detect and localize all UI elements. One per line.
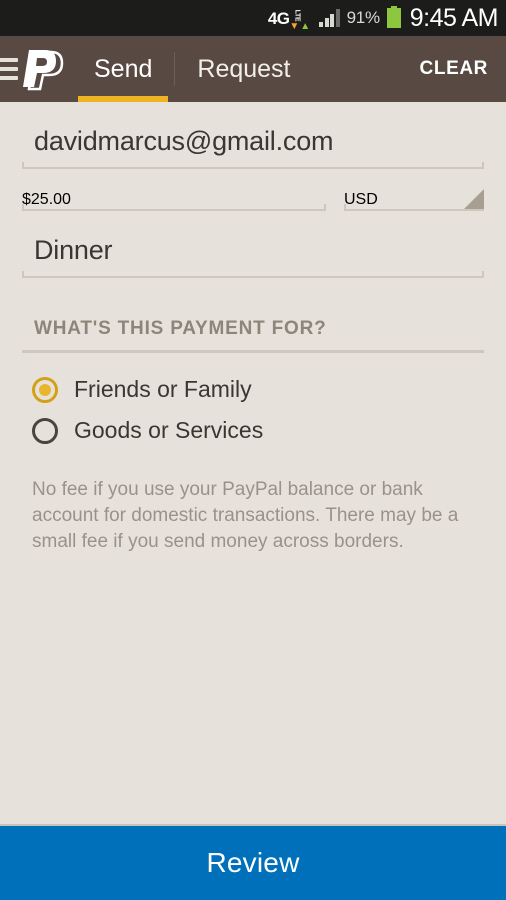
battery-percent-label: 91% bbox=[346, 8, 380, 27]
menu-logo-group bbox=[0, 36, 66, 102]
network-sub-label: LTE bbox=[292, 9, 300, 21]
paypal-logo bbox=[20, 46, 66, 92]
note-underline bbox=[22, 271, 484, 278]
review-button[interactable]: Review bbox=[0, 824, 506, 900]
hamburger-menu-icon[interactable] bbox=[0, 58, 18, 80]
recipient-underline bbox=[22, 162, 484, 169]
payment-type-section-title: WHAT'S THIS PAYMENT FOR? bbox=[34, 318, 327, 339]
signal-bars-icon bbox=[319, 9, 340, 27]
network-type-indicator: 4G LTE ▼ ▲ bbox=[267, 8, 310, 31]
radio-option-friends-or-family[interactable]: Friends or Family bbox=[22, 369, 484, 410]
payment-type-options: Friends or Family Goods or Services bbox=[22, 369, 484, 451]
amount-underline bbox=[22, 204, 326, 211]
tab-request[interactable]: Request bbox=[175, 36, 312, 102]
network-type-label: 4G bbox=[267, 8, 290, 28]
data-arrows-icon: ▼ ▲ bbox=[289, 20, 311, 32]
clear-button-label: CLEAR bbox=[419, 58, 488, 79]
tab-send[interactable]: Send bbox=[72, 36, 174, 102]
clock-label: 9:45 AM bbox=[409, 3, 499, 32]
currency-underline bbox=[344, 204, 484, 211]
app-screen: 4G LTE ▼ ▲ 91% 9:45 AM Send Request CLEA… bbox=[0, 0, 506, 900]
tab-request-label: Request bbox=[197, 54, 291, 83]
currency-value[interactable]: USD bbox=[344, 191, 484, 209]
radio-unselected-icon[interactable] bbox=[32, 417, 58, 444]
radio-option-friends-or-family-label: Friends or Family bbox=[74, 376, 252, 402]
recipient-value[interactable]: davidmarcus@gmail.com bbox=[22, 126, 484, 167]
currency-select[interactable]: USD bbox=[344, 189, 484, 211]
radio-selected-icon[interactable] bbox=[32, 376, 58, 403]
payment-type-section-divider bbox=[22, 350, 484, 353]
recipient-field[interactable]: davidmarcus@gmail.com bbox=[22, 126, 484, 169]
status-bar: 4G LTE ▼ ▲ 91% 9:45 AM bbox=[0, 0, 506, 36]
radio-option-goods-or-services[interactable]: Goods or Services bbox=[22, 410, 484, 451]
amount-field[interactable]: $25.00 bbox=[22, 191, 326, 211]
clear-button[interactable]: CLEAR bbox=[402, 36, 506, 102]
chevron-down-icon[interactable] bbox=[464, 189, 484, 209]
note-field[interactable]: Dinner bbox=[22, 235, 484, 278]
app-bar: Send Request CLEAR bbox=[0, 36, 506, 102]
fee-disclaimer-text: No fee if you use your PayPal balance or… bbox=[32, 479, 459, 553]
tab-send-label: Send bbox=[94, 54, 153, 83]
amount-value[interactable]: $25.00 bbox=[22, 191, 326, 209]
tab-bar: Send Request bbox=[72, 36, 313, 102]
amount-currency-row: $25.00 USD bbox=[22, 189, 484, 211]
review-button-label: Review bbox=[206, 847, 300, 878]
battery-icon bbox=[386, 6, 401, 28]
note-value[interactable]: Dinner bbox=[22, 235, 484, 276]
radio-option-goods-or-services-label: Goods or Services bbox=[74, 417, 264, 443]
send-money-form: davidmarcus@gmail.com $25.00 USD Dinner … bbox=[0, 102, 506, 824]
